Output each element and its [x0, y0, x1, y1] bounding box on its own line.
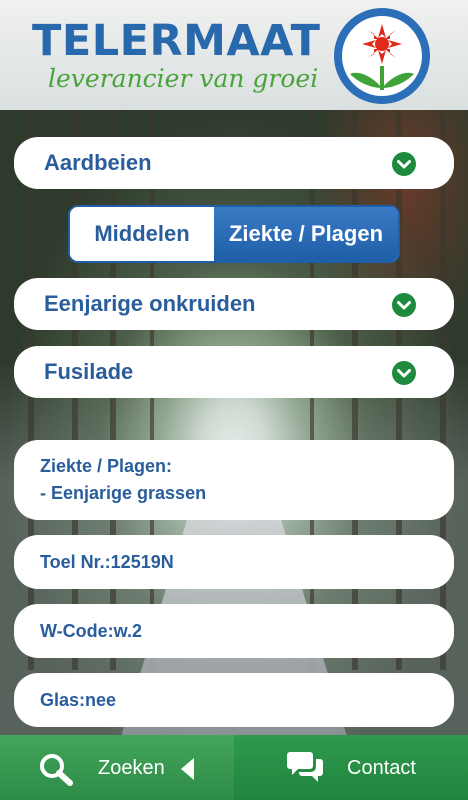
glas-card: Glas:nee — [14, 673, 454, 727]
toel-nr-card: Toel Nr.:12519N — [14, 535, 454, 589]
contact-tab-label: Contact — [347, 757, 416, 779]
toel-nr-text: Toel Nr.:12519N — [40, 552, 174, 572]
search-tab-label: Zoeken — [98, 757, 165, 779]
bottom-tab-bar: Zoeken Contact — [0, 735, 468, 800]
segment-ziekte-plagen[interactable]: Ziekte / Plagen — [214, 207, 398, 261]
brand-name: TELERMAAT — [32, 16, 321, 66]
contact-tab[interactable]: Contact — [234, 735, 468, 800]
crop-dropdown-label: Aardbeien — [44, 150, 152, 175]
crop-dropdown[interactable]: Aardbeien — [14, 137, 454, 189]
product-dropdown-label: Fusilade — [44, 359, 134, 384]
w-code-text: W-Code:w.2 — [40, 621, 142, 641]
disease-title: Ziekte / Plagen: — [40, 456, 173, 476]
chevron-down-icon — [392, 361, 416, 385]
disease-value: - Eenjarige grassen — [40, 483, 207, 503]
glas-text: Glas:nee — [40, 690, 117, 710]
chevron-down-icon — [392, 293, 416, 317]
chevron-down-icon — [392, 152, 416, 176]
chat-bubbles-icon — [287, 752, 323, 782]
search-icon — [40, 754, 73, 786]
app-header: TELERMAAT leverancier van groei — [0, 0, 468, 110]
pest-dropdown[interactable]: Eenjarige onkruiden — [14, 278, 454, 330]
disease-info-card: Ziekte / Plagen: - Eenjarige grassen — [14, 440, 454, 520]
segment-middelen[interactable]: Middelen — [70, 207, 214, 261]
view-segmented-control: Middelen Ziekte / Plagen — [68, 205, 400, 263]
product-dropdown[interactable]: Fusilade — [14, 346, 454, 398]
caret-left-icon — [181, 758, 194, 780]
flower-sun-logo-icon — [334, 8, 430, 104]
pest-dropdown-label: Eenjarige onkruiden — [44, 291, 256, 316]
search-tab[interactable]: Zoeken — [0, 735, 234, 800]
brand-tagline: leverancier van groei — [48, 64, 319, 93]
w-code-card: W-Code:w.2 — [14, 604, 454, 658]
